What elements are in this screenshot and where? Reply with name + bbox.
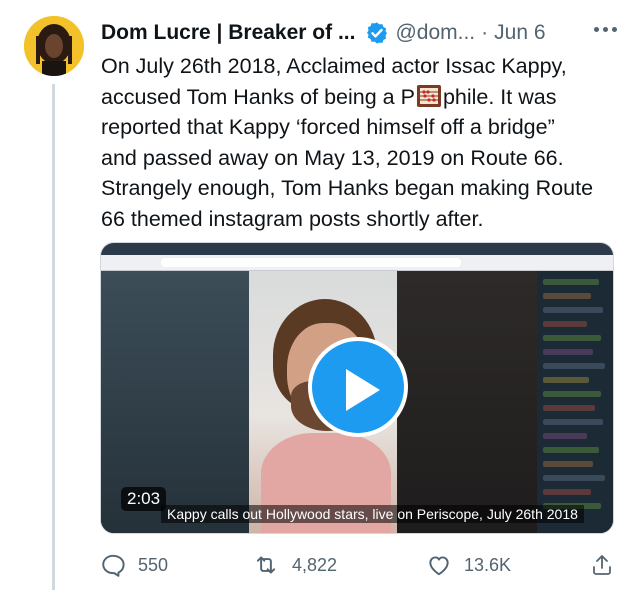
thread-line [52, 84, 55, 590]
tweet-header: Dom Lucre | Breaker of ... @dom... · Jun… [101, 18, 621, 48]
tweet: Dom Lucre | Breaker of ... @dom... · Jun… [0, 0, 640, 590]
separator-dot: · [481, 21, 489, 44]
reply-count: 550 [138, 554, 169, 575]
video-right-panel [397, 271, 537, 533]
author-name[interactable]: Dom Lucre | Breaker of ... [101, 21, 355, 45]
share-icon [593, 555, 611, 575]
tweet-line-4: and passed away on May 13, 2019 on Route… [101, 145, 564, 170]
tweet-line-1: On July 26th 2018, Acclaimed actor Issac… [101, 54, 567, 78]
video-player[interactable]: 2:03 Kappy calls out Hollywood stars, li… [100, 242, 614, 534]
share-button[interactable] [590, 552, 614, 578]
tweet-line-2: accused Tom Hanks of being a P phile. It… [101, 82, 621, 113]
video-chat-panel [537, 271, 613, 533]
retweet-icon [256, 556, 276, 574]
author-handle[interactable]: @dom... [395, 21, 475, 45]
video-browser-url [161, 258, 461, 267]
avatar[interactable] [24, 16, 84, 76]
play-button[interactable] [308, 337, 408, 437]
retweet-button[interactable]: 4,822 [252, 552, 337, 578]
like-button[interactable]: 13.6K [426, 552, 511, 578]
tweet-text: On July 26th 2018, Acclaimed actor Issac… [101, 51, 621, 234]
tweet-line-3: reported that Kappy ‘forced himself off … [101, 115, 555, 139]
reply-icon [102, 554, 125, 577]
tweet-date[interactable]: Jun 6 [494, 21, 545, 45]
like-count: 13.6K [464, 554, 512, 575]
more-icon[interactable] [592, 21, 619, 38]
tweet-line-2-prefix: accused Tom Hanks of being a P [101, 84, 415, 109]
reply-button[interactable]: 550 [100, 552, 168, 578]
tweet-line-5: Strangely enough, Tom Hanks began making… [101, 176, 594, 200]
video-duration: 2:03 [121, 487, 167, 511]
video-browser-bar [101, 243, 613, 271]
tweet-actions: 550 4,822 13.6K [100, 552, 620, 582]
verified-badge-icon [367, 22, 388, 44]
like-icon [429, 556, 449, 576]
tweet-line-2-suffix: phile. It was [442, 84, 557, 109]
retweet-count: 4,822 [292, 554, 338, 575]
abacus-emoji-icon [416, 84, 441, 107]
video-browser-tabs [101, 243, 613, 255]
tweet-line-6: 66 themed instagram posts shortly after. [101, 206, 484, 231]
play-icon [346, 369, 380, 411]
video-caption: Kappy calls out Hollywood stars, live on… [161, 505, 584, 523]
